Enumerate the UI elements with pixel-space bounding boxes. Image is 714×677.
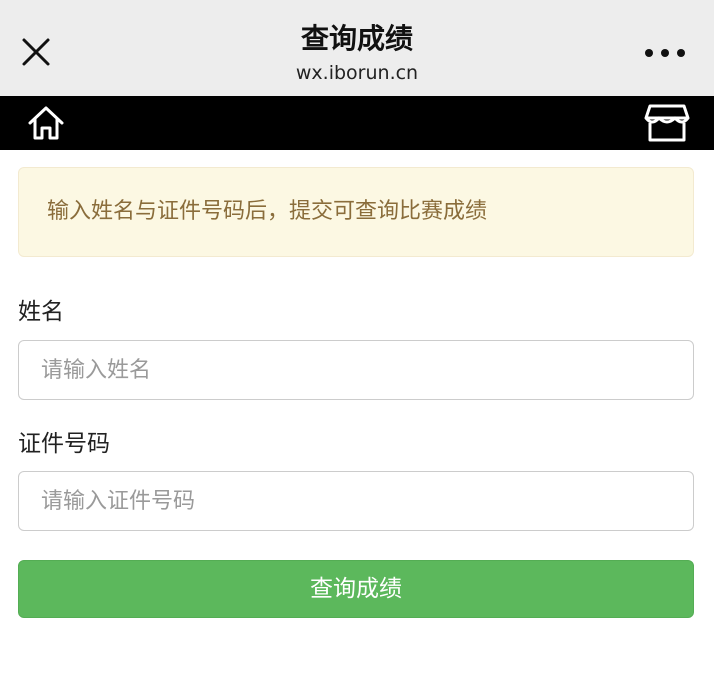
query-score-button[interactable]: 查询成绩 bbox=[18, 560, 694, 618]
more-icon bbox=[645, 49, 685, 57]
store-icon bbox=[644, 104, 690, 142]
site-nav-bar bbox=[0, 96, 714, 150]
page-title: 查询成绩 bbox=[300, 22, 413, 55]
id-number-label: 证件号码 bbox=[18, 431, 110, 457]
notice-text: 输入姓名与证件号码后，提交可查询比赛成绩 bbox=[47, 199, 488, 224]
info-notice: 输入姓名与证件号码后，提交可查询比赛成绩 bbox=[18, 167, 694, 257]
name-input[interactable] bbox=[18, 340, 694, 400]
wechat-title-bar: 查询成绩 wx.iborun.cn bbox=[0, 0, 714, 96]
home-icon bbox=[28, 106, 64, 140]
page-url: wx.iborun.cn bbox=[295, 62, 419, 84]
store-button[interactable] bbox=[644, 102, 690, 144]
name-label: 姓名 bbox=[18, 299, 64, 325]
more-button[interactable] bbox=[640, 38, 690, 68]
id-number-input[interactable] bbox=[18, 471, 694, 531]
home-button[interactable] bbox=[26, 104, 66, 142]
